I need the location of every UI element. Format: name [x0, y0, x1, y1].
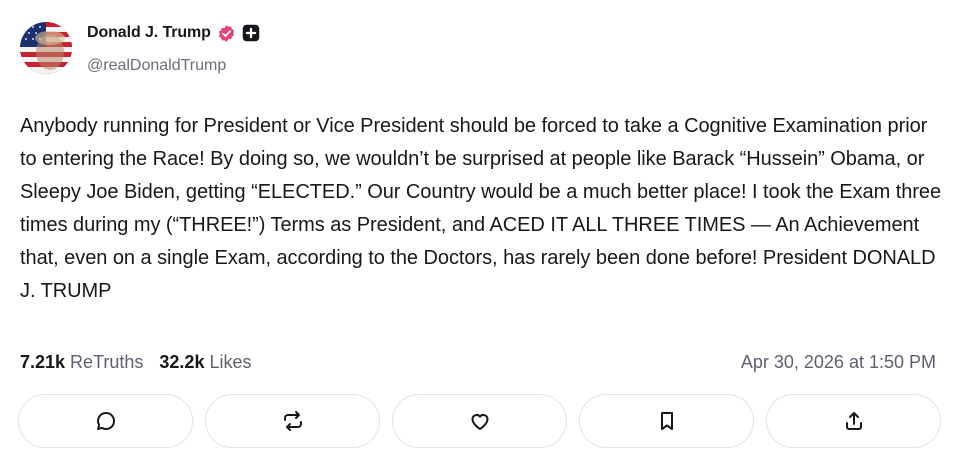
post-stats: 7.21k ReTruths 32.2k Likes — [20, 350, 251, 374]
avatar[interactable] — [20, 22, 72, 74]
bookmark-icon — [660, 412, 673, 430]
verified-badge-icon — [217, 24, 236, 43]
share-icon — [845, 412, 862, 430]
author-handle[interactable]: @realDonaldTrump — [87, 57, 226, 75]
avatar-image — [20, 22, 72, 74]
post-text: Anybody running for President or Vice Pr… — [20, 115, 942, 302]
retruth-button[interactable] — [205, 394, 380, 448]
comment-icon — [96, 411, 115, 430]
post-timestamp[interactable]: Apr 30, 2026 at 1:50 PM — [741, 350, 936, 374]
likes-count[interactable]: 32.2k — [159, 352, 204, 373]
author-display-name[interactable]: Donald J. Trump — [87, 24, 211, 42]
repost-icon — [283, 411, 302, 431]
heart-icon — [471, 414, 488, 430]
likes-label[interactable]: Likes — [209, 352, 251, 373]
reply-button[interactable] — [18, 394, 193, 448]
retruths-count[interactable]: 7.21k — [20, 352, 65, 373]
author-name-row: Donald J. Trump — [87, 21, 260, 45]
bookmark-button[interactable] — [579, 394, 754, 448]
plus-badge-icon — [242, 24, 260, 42]
retruths-label[interactable]: ReTruths — [70, 352, 143, 373]
share-button[interactable] — [766, 394, 941, 448]
action-bar — [18, 394, 941, 448]
like-button[interactable] — [392, 394, 567, 448]
